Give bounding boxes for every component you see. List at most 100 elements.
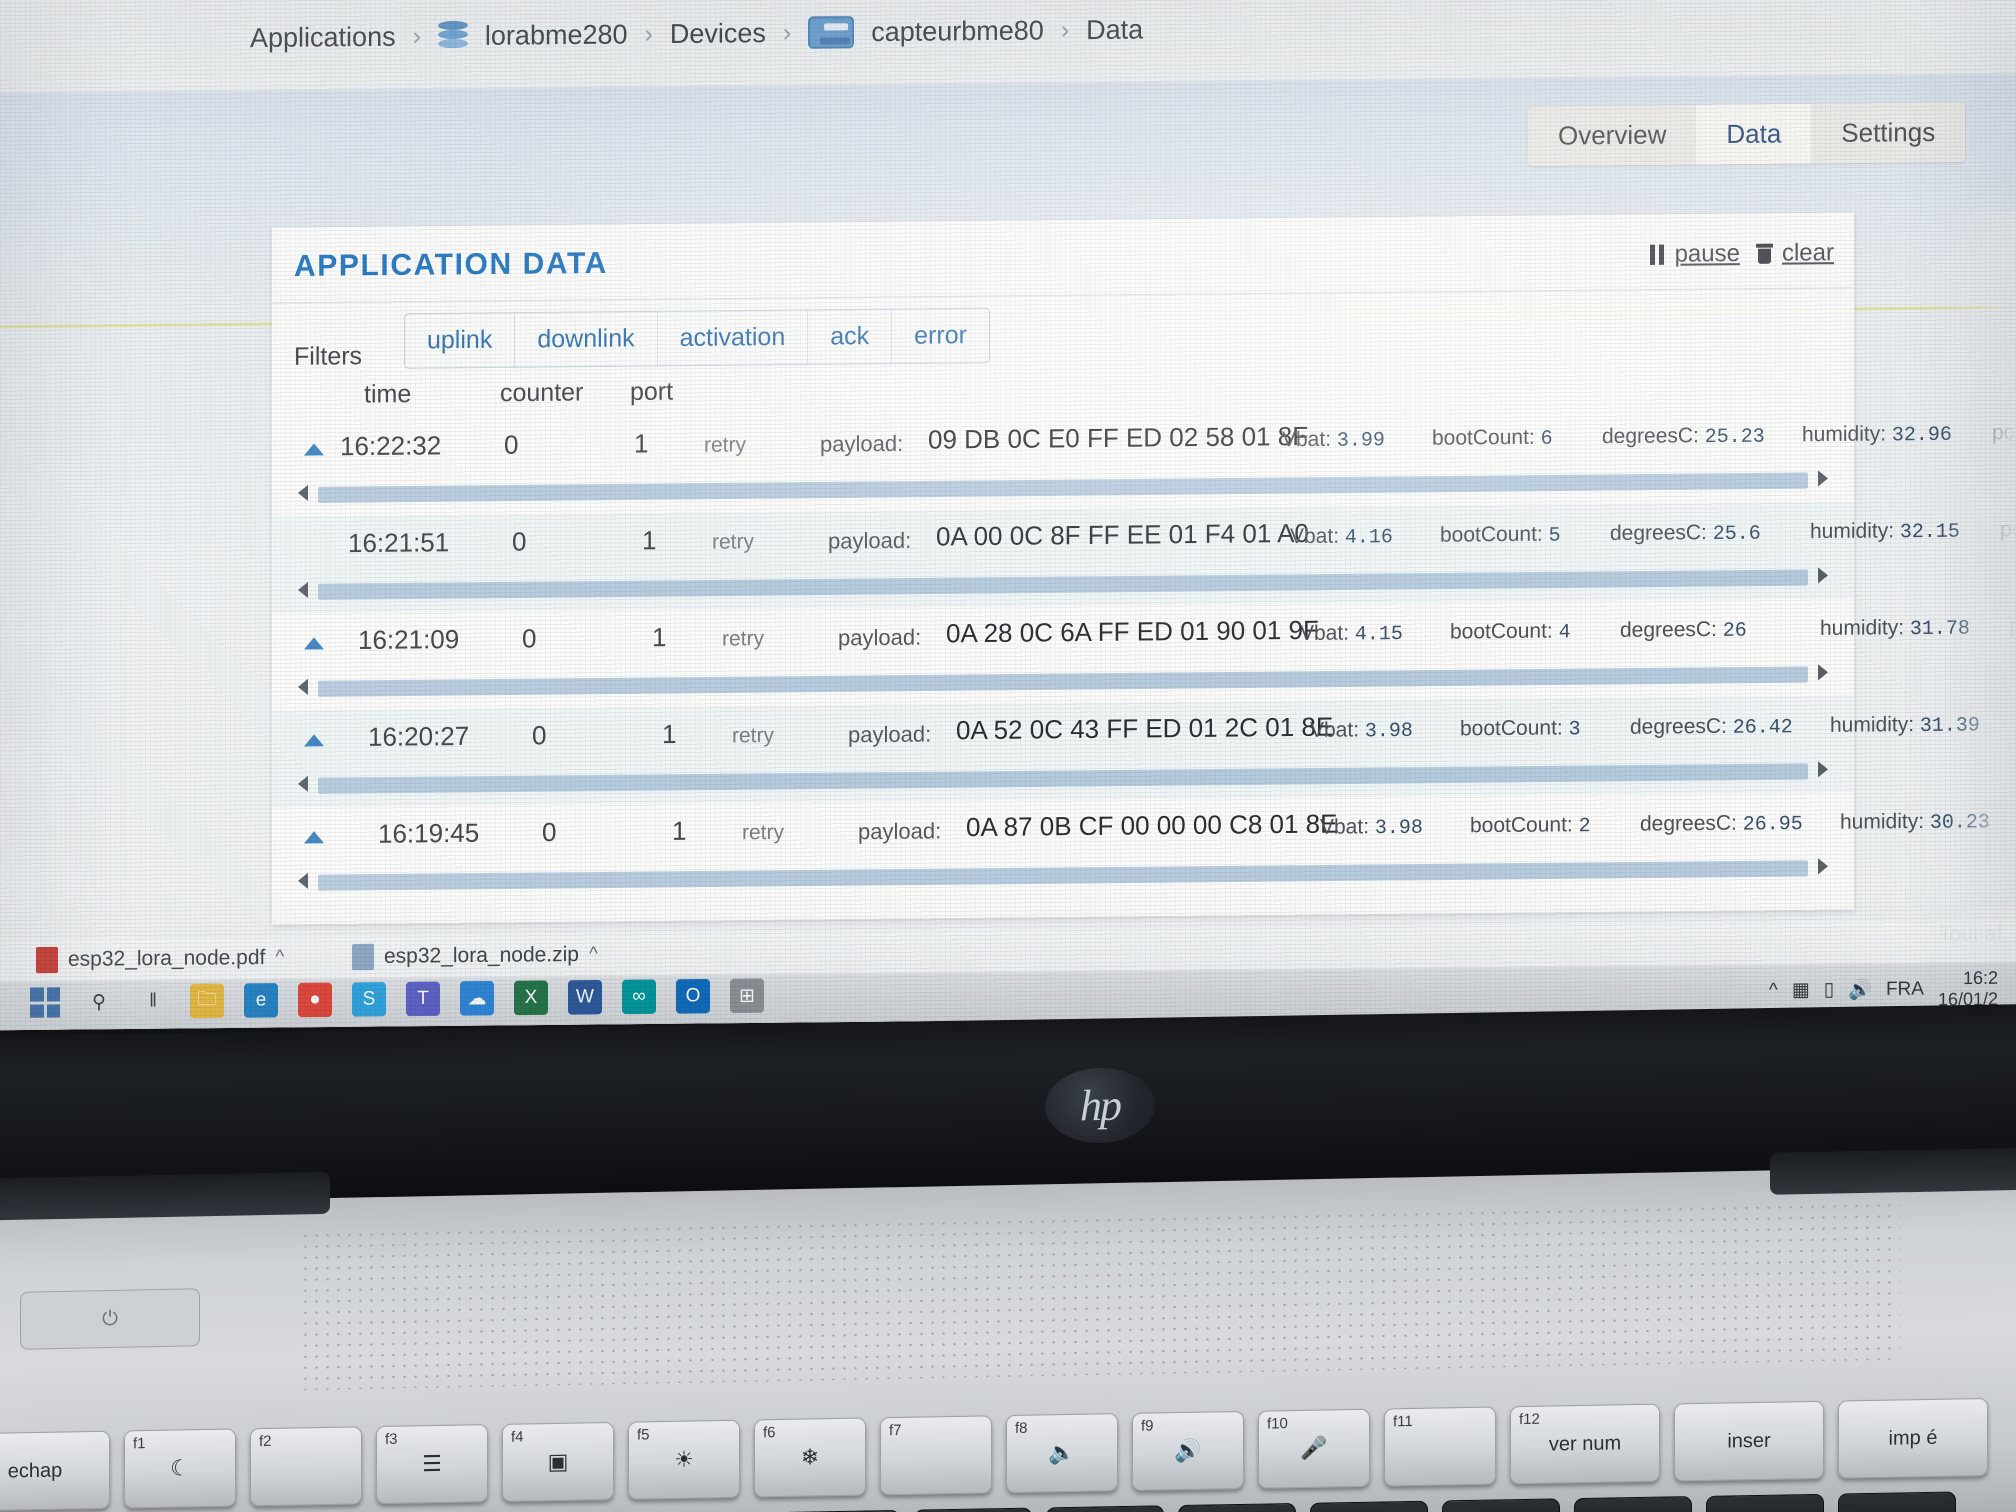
filter-uplink[interactable]: uplink bbox=[405, 313, 516, 368]
teams-icon[interactable]: T bbox=[406, 981, 440, 1017]
filter-error[interactable]: error bbox=[892, 309, 989, 363]
scroll-left-arrow-icon[interactable] bbox=[298, 872, 308, 889]
download-item-pdf[interactable]: esp32_lora_node.pdf ^ bbox=[36, 945, 284, 974]
clock[interactable]: 16:2 16/01/2 bbox=[1938, 968, 1998, 1010]
key-echap[interactable]: echap bbox=[0, 1430, 110, 1512]
table-row[interactable]: 16:22:32 0 1 retry payload: 09 DB 0C E0 FF ED… bbox=[272, 404, 2016, 516]
scroll-thumb[interactable] bbox=[318, 472, 1808, 503]
tab-data[interactable]: Data bbox=[1696, 103, 1812, 165]
scroll-thumb[interactable] bbox=[318, 763, 1808, 794]
power-button[interactable]: ⏻ bbox=[20, 1288, 200, 1350]
clear-button[interactable]: clear bbox=[1756, 239, 1834, 268]
tab-overview[interactable]: Overview bbox=[1528, 104, 1697, 167]
breadcrumb-item-data[interactable]: Data bbox=[1086, 14, 1143, 46]
table-row[interactable]: 16:21:09 0 1 retry payload: 0A 28 0C 6A FF ED… bbox=[272, 598, 2016, 710]
scroll-thumb[interactable] bbox=[318, 569, 1808, 600]
key-f2[interactable]: f2 bbox=[250, 1426, 362, 1507]
key-f8[interactable]: f8 🔈 bbox=[1006, 1413, 1118, 1494]
excel-icon[interactable]: X bbox=[514, 980, 548, 1016]
scroll-right-arrow-icon[interactable] bbox=[1818, 664, 1828, 681]
key-number-row[interactable] bbox=[1178, 1503, 1296, 1512]
volume-icon[interactable]: 🔊 bbox=[1848, 978, 1872, 1002]
breadcrumb-item-devices[interactable]: Devices bbox=[670, 17, 766, 49]
start-button[interactable] bbox=[28, 985, 62, 1020]
row-horizontal-scrollbar[interactable] bbox=[296, 855, 1830, 896]
scroll-thumb[interactable] bbox=[318, 860, 1808, 891]
task-view-icon[interactable]: ‖ bbox=[136, 984, 170, 1019]
filter-ack[interactable]: ack bbox=[808, 309, 893, 364]
key-f10[interactable]: f10 🎤 bbox=[1258, 1408, 1370, 1489]
language-indicator[interactable]: FRA bbox=[1886, 978, 1924, 1001]
key-f6[interactable]: f6 ❄ bbox=[754, 1417, 866, 1498]
row-horizontal-scrollbar[interactable] bbox=[296, 758, 1830, 799]
scroll-right-arrow-icon[interactable] bbox=[1818, 567, 1828, 584]
key-f9[interactable]: f9 🔊 bbox=[1132, 1410, 1244, 1491]
key-fn-label: f10 bbox=[1267, 1415, 1288, 1433]
expand-caret-icon[interactable] bbox=[304, 443, 324, 456]
scroll-left-arrow-icon[interactable] bbox=[298, 775, 308, 793]
decoded-field-key: Vbat: bbox=[1320, 815, 1370, 839]
scroll-right-arrow-icon[interactable] bbox=[1818, 470, 1828, 487]
scroll-right-arrow-icon[interactable] bbox=[1818, 761, 1828, 778]
breadcrumb-item-device[interactable]: capteurbme80 bbox=[871, 15, 1044, 48]
key-f5[interactable]: f5 ☀ bbox=[628, 1419, 740, 1500]
word-icon[interactable]: W bbox=[568, 979, 602, 1015]
table-row[interactable]: 16:21:51 0 1 retry payload: 0A 00 0C 8F FF EE… bbox=[272, 501, 2016, 614]
internet-explorer-icon[interactable]: e bbox=[244, 983, 278, 1018]
filter-downlink[interactable]: downlink bbox=[515, 311, 658, 367]
key-inser[interactable]: inser bbox=[1674, 1400, 1824, 1482]
table-row[interactable]: 16:20:27 0 1 retry payload: 0A 52 0C 43 FF ED… bbox=[272, 695, 1980, 808]
outlook-icon[interactable]: O bbox=[676, 978, 710, 1014]
decoded-field-key: humidity: bbox=[1840, 809, 1925, 834]
scroll-right-arrow-icon[interactable] bbox=[1818, 858, 1828, 875]
keyboard-icon[interactable]: ▦ bbox=[1792, 979, 1810, 1002]
onedrive-icon[interactable]: ☁ bbox=[460, 981, 494, 1016]
expand-caret-icon[interactable] bbox=[304, 637, 324, 650]
tab-settings[interactable]: Settings bbox=[1811, 102, 1966, 164]
scroll-thumb[interactable] bbox=[318, 666, 1808, 697]
key-imp-é[interactable]: imp é bbox=[1838, 1397, 1988, 1479]
key-f4[interactable]: f4 ▣ bbox=[502, 1421, 614, 1502]
key-f11[interactable]: f11 bbox=[1384, 1406, 1496, 1487]
chevron-up-icon[interactable]: ^ bbox=[589, 944, 598, 966]
download-item-zip[interactable]: esp32_lora_node.zip ^ bbox=[352, 942, 598, 971]
chevron-up-icon[interactable]: ^ bbox=[275, 947, 284, 969]
key-number-row[interactable] bbox=[1310, 1500, 1428, 1512]
decoded-field-key: humidity: bbox=[1830, 712, 1915, 737]
search-icon[interactable]: ⚲ bbox=[82, 985, 116, 1020]
skype-icon[interactable]: S bbox=[352, 982, 386, 1017]
network-icon[interactable]: ▯ bbox=[1824, 978, 1834, 1001]
tray-expand-icon[interactable]: ^ bbox=[1769, 979, 1778, 1001]
scroll-left-arrow-icon[interactable] bbox=[298, 678, 308, 696]
key-f12[interactable]: f12 ver num bbox=[1510, 1403, 1660, 1485]
cell-port: 1 bbox=[634, 428, 649, 459]
scroll-left-arrow-icon[interactable] bbox=[298, 581, 308, 599]
key-f1[interactable]: f1 ☾ bbox=[124, 1428, 236, 1509]
key-number-row[interactable] bbox=[1838, 1491, 1956, 1512]
calculator-icon[interactable]: ⊞ bbox=[730, 978, 764, 1014]
filter-activation[interactable]: activation bbox=[657, 310, 809, 366]
cell-port: 1 bbox=[652, 621, 667, 653]
row-horizontal-scrollbar[interactable] bbox=[296, 661, 1830, 702]
row-horizontal-scrollbar[interactable] bbox=[296, 564, 1830, 605]
key-fn-label: f6 bbox=[763, 1424, 776, 1442]
expand-caret-icon[interactable] bbox=[304, 831, 324, 844]
key-number-row[interactable] bbox=[1442, 1498, 1560, 1512]
row-horizontal-scrollbar[interactable] bbox=[296, 467, 1830, 508]
key-f3[interactable]: f3 ☰ bbox=[376, 1424, 488, 1505]
stack-icon bbox=[437, 20, 468, 52]
key-number-row[interactable] bbox=[1706, 1493, 1824, 1512]
expand-caret-icon[interactable] bbox=[304, 734, 324, 747]
file-explorer-icon[interactable]: 🗀 bbox=[190, 983, 224, 1019]
breadcrumb-item-application[interactable]: lorabme280 bbox=[485, 19, 628, 52]
key-number-row[interactable] bbox=[1046, 1505, 1164, 1512]
breadcrumb-item-applications[interactable]: Applications bbox=[250, 21, 396, 54]
pause-button[interactable]: pause bbox=[1649, 240, 1740, 269]
key-f7[interactable]: f7 bbox=[880, 1415, 992, 1496]
chrome-icon[interactable]: ● bbox=[298, 982, 332, 1018]
arduino-icon[interactable]: ∞ bbox=[622, 979, 656, 1015]
key-number-row[interactable] bbox=[1574, 1496, 1692, 1512]
table-row[interactable]: 16:19:45 0 1 retry payload: 0A 87 0B CF 00 00… bbox=[272, 792, 1990, 904]
pdf-file-icon bbox=[36, 946, 58, 974]
scroll-left-arrow-icon[interactable] bbox=[298, 484, 308, 502]
